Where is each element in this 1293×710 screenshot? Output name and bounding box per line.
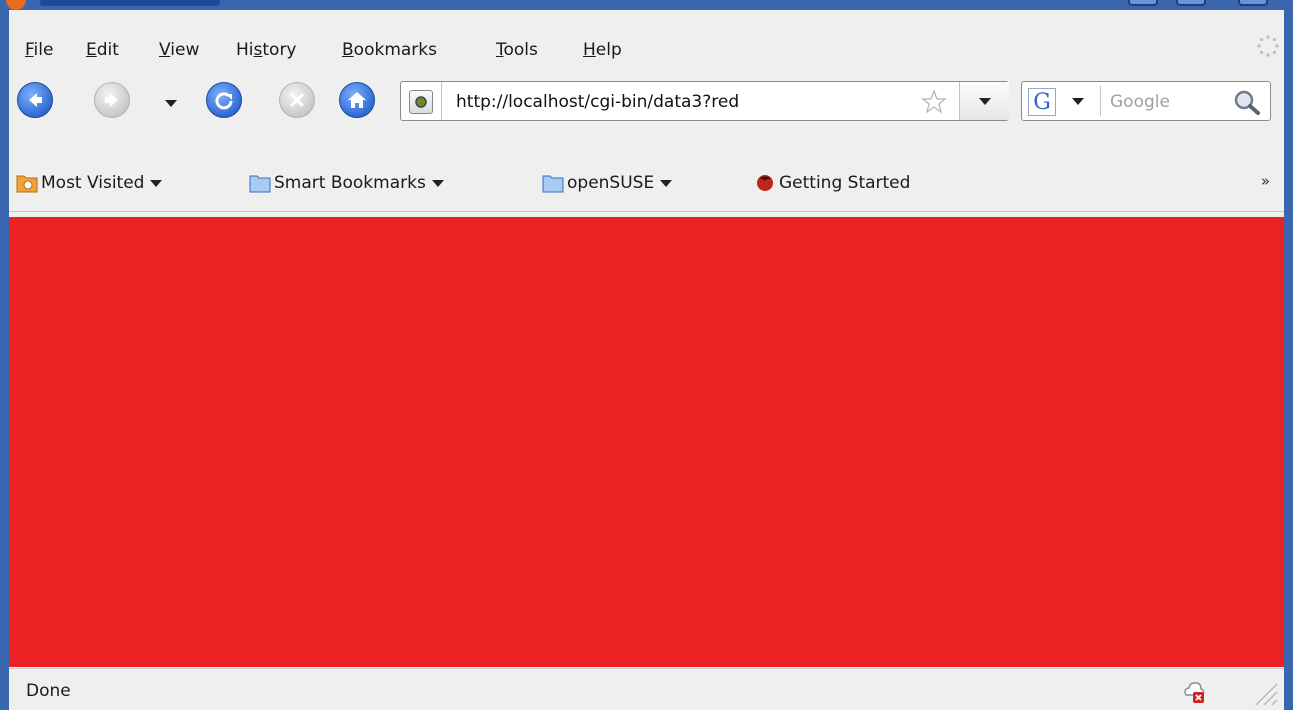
chevron-down-icon: [431, 179, 444, 187]
url-text[interactable]: http://localhost/cgi-bin/data3?red: [456, 90, 739, 114]
page-icon: [415, 96, 427, 108]
folder-icon: [249, 175, 271, 193]
bookmark-opensuse[interactable]: openSUSE: [542, 170, 673, 196]
bookmark-smart-bookmarks[interactable]: Smart Bookmarks: [249, 170, 444, 196]
menu-history[interactable]: History: [236, 38, 297, 62]
bookmark-most-visited[interactable]: Most Visited: [16, 170, 163, 196]
minimize-button[interactable]: [1128, 0, 1158, 6]
forward-icon: [105, 93, 118, 107]
bookmarks-toolbar: Most Visited Smart Bookmarks openSUSE Ge…: [9, 140, 1284, 212]
search-separator: [1100, 86, 1101, 116]
search-input[interactable]: [1110, 90, 1220, 114]
url-dropdown-button[interactable]: [959, 82, 1009, 120]
bookmarks-overflow-button[interactable]: »: [1261, 172, 1270, 190]
chevron-down-icon: [150, 179, 163, 187]
menu-tools[interactable]: Tools: [496, 38, 538, 62]
reload-icon: [215, 92, 233, 110]
back-icon: [29, 93, 42, 107]
search-engine-dropdown-icon[interactable]: [1072, 98, 1084, 105]
menu-edit[interactable]: Edit: [86, 38, 119, 62]
history-dropdown-icon[interactable]: [165, 100, 177, 107]
reload-button[interactable]: [206, 82, 242, 118]
close-button[interactable]: [1238, 0, 1268, 6]
forward-button[interactable]: [94, 82, 130, 118]
firefox-icon: [757, 175, 773, 191]
home-button[interactable]: [339, 82, 375, 118]
title-bar: [0, 0, 1293, 10]
folder-icon: [542, 175, 564, 193]
menu-bookmarks[interactable]: Bookmarks: [342, 38, 437, 62]
search-bar[interactable]: G: [1021, 81, 1271, 121]
menu-help[interactable]: Help: [583, 38, 622, 62]
back-button[interactable]: [17, 82, 53, 118]
resize-grip-icon[interactable]: [1250, 678, 1278, 706]
chevron-down-icon: [660, 179, 673, 187]
connection-error-icon[interactable]: [1180, 677, 1208, 705]
menu-file[interactable]: File: [25, 38, 53, 62]
smart-folder-icon: [16, 175, 38, 193]
stop-icon: [290, 93, 304, 107]
bookmark-label: openSUSE: [567, 173, 655, 193]
stop-button[interactable]: [279, 82, 315, 118]
bookmark-label: Most Visited: [41, 173, 145, 193]
app-icon: [6, 0, 26, 10]
bookmark-label: Getting Started: [779, 173, 911, 193]
bookmark-star-icon[interactable]: [920, 88, 948, 116]
page-content: [9, 217, 1284, 667]
home-icon: [348, 92, 366, 108]
magnifier-icon[interactable]: [1232, 88, 1262, 116]
chevron-down-icon: [979, 98, 991, 105]
menu-bar: File Edit View History Bookmarks Tools H…: [9, 10, 1284, 70]
menu-view[interactable]: View: [159, 38, 199, 62]
bookmark-getting-started[interactable]: Getting Started: [754, 170, 910, 196]
address-bar[interactable]: http://localhost/cgi-bin/data3?red: [400, 81, 1009, 121]
site-identity-icon[interactable]: [409, 90, 433, 114]
throbber-icon: [1257, 35, 1279, 57]
window-title: [40, 0, 220, 6]
google-g-icon[interactable]: G: [1028, 88, 1056, 116]
navigation-toolbar: http://localhost/cgi-bin/data3?red G: [9, 76, 1284, 132]
bookmark-label: Smart Bookmarks: [274, 173, 426, 193]
status-bar: Done: [9, 668, 1284, 710]
status-text: Done: [26, 681, 71, 701]
maximize-button[interactable]: [1176, 0, 1206, 6]
url-separator: [441, 82, 442, 120]
